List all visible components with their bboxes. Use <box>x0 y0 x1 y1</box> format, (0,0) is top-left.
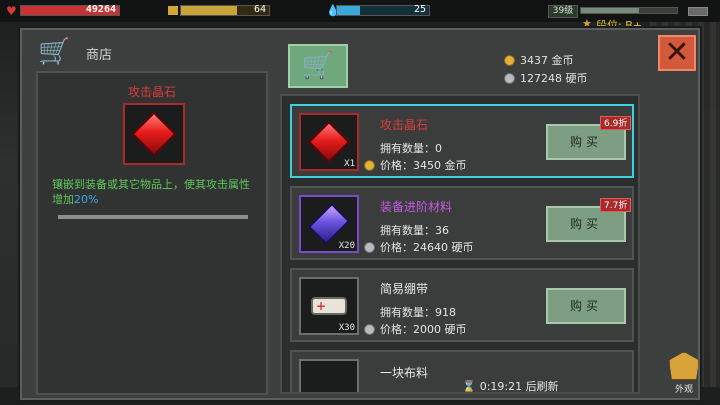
bandage-icon: + <box>311 297 347 315</box>
item-name: 一块布料 <box>380 366 429 380</box>
thirst-value: 25 <box>413 4 426 15</box>
hourglass-icon: ⌛ <box>462 380 476 393</box>
gold-unit: 金币 <box>551 54 574 67</box>
gold-amount: 3437 <box>520 54 548 67</box>
purple-crystal-icon <box>307 202 351 246</box>
food-icon <box>168 6 178 15</box>
description-value: 20% <box>74 193 99 206</box>
gold-balance: 3437 金币 <box>504 52 574 68</box>
red-crystal-icon <box>131 111 177 157</box>
shop-item-bandage[interactable]: + X30 简易绷带 拥有数量：918 价格：2000 硬币 购买 <box>290 268 634 342</box>
shopping-cart-icon: 🛒 <box>38 37 71 67</box>
medical-cross-icon: + <box>316 299 327 313</box>
item-quantity-badge: X20 <box>338 241 355 251</box>
item-price: 价格：3450 金币 <box>364 157 467 173</box>
heart-icon: ♥ <box>6 4 17 18</box>
shop-item-upgrade-material[interactable]: X20 装备进阶材料 拥有数量：36 价格：24640 硬币 购买 7.7折 <box>290 186 634 260</box>
menu-icon[interactable] <box>688 7 708 16</box>
thirst-bar: 25 <box>336 4 430 16</box>
silver-coin-icon <box>364 324 375 335</box>
item-name: 攻击晶石 <box>380 118 429 132</box>
health-value: 49264 <box>85 4 116 15</box>
hunger-bar: 64 <box>180 4 270 16</box>
detail-item-name: 攻击晶石 <box>127 85 176 99</box>
item-price: 价格：24640 硬币 <box>364 239 474 255</box>
thirst-bar-fill <box>337 6 360 15</box>
discount-badge: 7.7折 <box>600 198 632 212</box>
silver-coin-icon <box>504 73 515 84</box>
detail-divider <box>58 215 248 219</box>
item-owned-count: 拥有数量：918 <box>380 306 456 319</box>
item-name: 简易绷带 <box>380 282 429 296</box>
shop-item-attack-crystal[interactable]: X1 攻击晶石 拥有数量：0 价格：3450 金币 购买 6.9折 <box>290 104 634 178</box>
outfit-label: 外观 <box>674 385 693 395</box>
item-name: 装备进阶材料 <box>380 200 453 214</box>
silver-coin-icon <box>364 242 375 253</box>
outfit-button[interactable]: 外观 <box>666 352 702 398</box>
item-quantity-badge: X1 <box>344 159 355 169</box>
item-quantity-badge: X30 <box>338 323 355 333</box>
item-price-text: 价格：2000 硬币 <box>380 323 467 336</box>
level-badge: 39级 <box>548 5 578 18</box>
item-owned-count: 拥有数量：36 <box>380 224 449 237</box>
armor-icon <box>669 352 699 380</box>
tab-shop[interactable]: 🛒 <box>288 44 348 88</box>
buy-button[interactable]: 购买 <box>546 288 626 324</box>
refresh-suffix: 后刷新 <box>525 380 559 393</box>
red-crystal-icon <box>307 120 351 164</box>
item-thumbnail: X20 <box>299 195 359 253</box>
item-price-text: 价格：3450 金币 <box>380 159 467 172</box>
gold-coin-icon <box>504 55 515 66</box>
silver-unit: 硬币 <box>565 72 588 85</box>
close-icon: ✕ <box>664 35 690 70</box>
refresh-timer: ⌛ 0:19:21 后刷新 <box>462 378 559 394</box>
detail-item-description: 镶嵌到装备或其它物品上，使其攻击属性增加20% <box>52 177 260 207</box>
health-bar: 49264 <box>20 4 120 16</box>
gold-coin-icon <box>364 160 375 171</box>
hunger-bar-fill <box>181 6 238 15</box>
shop-item-list[interactable]: X1 攻击晶石 拥有数量：0 价格：3450 金币 购买 6.9折 X20 装备… <box>280 94 640 394</box>
item-price-text: 价格：24640 硬币 <box>380 241 474 254</box>
item-thumbnail <box>299 359 359 392</box>
item-price: 价格：2000 硬币 <box>364 321 467 337</box>
silver-balance: 127248 硬币 <box>504 70 588 86</box>
item-owned-count: 拥有数量：0 <box>380 142 442 155</box>
item-detail-panel: 攻击晶石 镶嵌到装备或其它物品上，使其攻击属性增加20% <box>36 71 268 395</box>
detail-item-image <box>123 103 185 165</box>
silver-amount: 127248 <box>520 72 562 85</box>
experience-bar <box>580 7 678 14</box>
close-button[interactable]: ✕ <box>658 35 696 71</box>
hunger-value: 64 <box>253 4 266 15</box>
item-thumbnail: X1 <box>299 113 359 171</box>
item-thumbnail: + X30 <box>299 277 359 335</box>
discount-badge: 6.9折 <box>600 116 632 130</box>
shopping-cart-icon: 🛒 <box>301 51 335 81</box>
experience-bar-fill <box>581 8 639 13</box>
refresh-time: 0:19:21 <box>479 380 523 393</box>
shop-title: 商店 <box>86 48 113 63</box>
